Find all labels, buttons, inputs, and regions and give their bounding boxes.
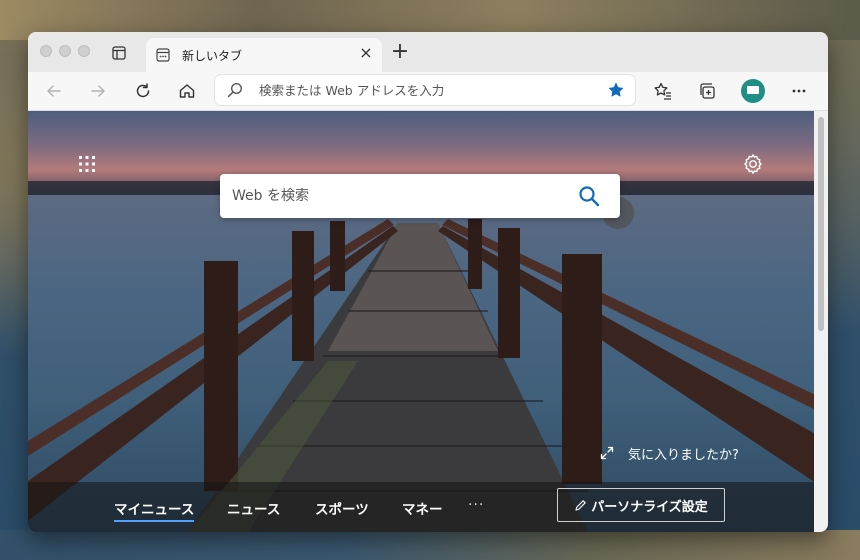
- collections-icon[interactable]: [697, 81, 717, 101]
- tab-bar: 新しいタブ × +: [28, 32, 828, 72]
- feedback-question: 気に入りましたか?: [628, 447, 739, 463]
- news-tab-money[interactable]: マネー: [402, 498, 443, 518]
- new-tab-page-icon: [156, 48, 170, 62]
- window-maximize-button[interactable]: [78, 45, 90, 57]
- personalize-button[interactable]: パーソナライズ設定: [557, 488, 725, 522]
- personalize-label: パーソナライズ設定: [591, 499, 708, 515]
- search-submit-icon[interactable]: [578, 185, 600, 207]
- scrollbar-thumb[interactable]: [818, 117, 824, 331]
- back-icon[interactable]: [44, 81, 64, 101]
- window-close-button[interactable]: [40, 45, 52, 57]
- settings-gear-icon[interactable]: [742, 153, 764, 175]
- apps-grid-icon[interactable]: [78, 155, 96, 173]
- desktop-wallpaper-bottom: [0, 530, 860, 560]
- tab-new-tab[interactable]: 新しいタブ ×: [146, 38, 382, 72]
- pencil-icon: [575, 499, 586, 511]
- new-tab-icon[interactable]: +: [390, 41, 410, 63]
- window-minimize-button[interactable]: [59, 45, 71, 57]
- address-input[interactable]: [259, 75, 589, 105]
- tab-title: 新しいタブ: [182, 49, 243, 63]
- profile-avatar-glyph: [747, 86, 759, 94]
- more-icon[interactable]: [789, 81, 809, 101]
- profile-icon[interactable]: [741, 79, 765, 103]
- page-scrollbar[interactable]: [814, 111, 828, 532]
- home-icon[interactable]: [177, 81, 197, 101]
- tab-close-icon[interactable]: ×: [358, 45, 374, 61]
- refresh-icon[interactable]: [133, 81, 153, 101]
- favorite-star-icon[interactable]: [607, 81, 625, 99]
- news-bar: マイニュース ニュース スポーツ マネー ··· パーソナライズ設定: [28, 482, 828, 532]
- web-search-input[interactable]: [232, 174, 562, 218]
- news-tab-my-news[interactable]: マイニュース: [114, 498, 195, 522]
- address-bar[interactable]: [215, 75, 635, 105]
- favorites-icon[interactable]: [653, 81, 673, 101]
- news-more-button[interactable]: ···: [468, 497, 484, 513]
- new-tab-page: 気に入りましたか? マイニュース ニュース スポーツ マネー ··· パーソナラ…: [28, 111, 828, 532]
- browser-window: 新しいタブ × + 検索または Web アドレスを入力 Web を検索 気に入り…: [28, 32, 828, 532]
- news-tab-news[interactable]: ニュース: [227, 498, 280, 518]
- news-tab-sports[interactable]: スポーツ: [315, 498, 369, 518]
- toolbar: [28, 72, 828, 111]
- forward-icon[interactable]: [88, 81, 108, 101]
- tab-actions-icon[interactable]: [112, 46, 126, 60]
- search-icon: [227, 82, 243, 98]
- web-search-box[interactable]: [220, 174, 620, 218]
- expand-icon[interactable]: [600, 446, 614, 460]
- image-feedback[interactable]: 気に入りましたか?: [600, 441, 739, 465]
